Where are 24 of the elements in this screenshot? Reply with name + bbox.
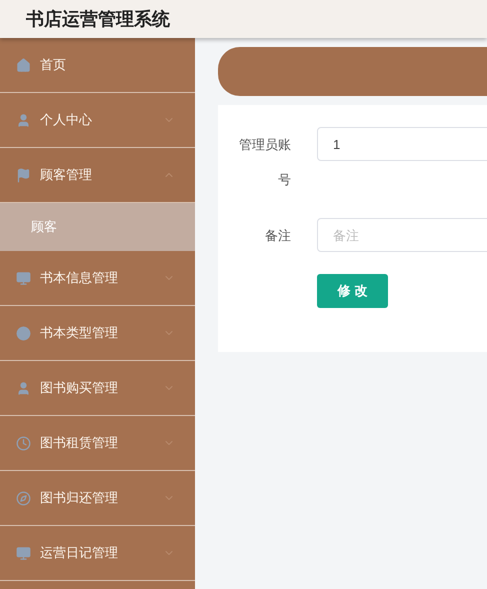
- monitor-icon: [16, 270, 31, 286]
- clock-icon: [16, 436, 31, 450]
- sidebar-label: 书本类型管理: [40, 324, 119, 342]
- submenu-item[interactable]: 顾客: [0, 203, 195, 251]
- compass-icon: [16, 490, 31, 506]
- home-icon: [16, 58, 31, 72]
- field-label: 备注: [264, 227, 291, 245]
- sidebar-label: 首页: [40, 56, 67, 74]
- sidebar-label: 运营日记管理: [40, 544, 119, 562]
- sidebar-label: 图书购买管理: [40, 379, 119, 398]
- flag-icon: [16, 168, 31, 182]
- input-field[interactable]: 1: [317, 127, 487, 161]
- monitor-icon: [16, 546, 31, 560]
- user-icon: [16, 112, 31, 128]
- field-label: 管理员账号: [238, 136, 291, 189]
- user-icon: [16, 380, 31, 396]
- input-field[interactable]: 备注: [317, 218, 487, 252]
- app-title: 书店运营管理系统: [26, 8, 170, 30]
- sidebar-label: 图书归还管理: [40, 489, 119, 508]
- sidebar-label: 个人中心: [40, 111, 93, 130]
- sidebar-label: 书本信息管理: [40, 269, 119, 288]
- sidebar-label: 图书租赁管理: [40, 434, 119, 452]
- submit-button[interactable]: 修 改: [317, 274, 388, 308]
- sidebar-label: 顾客管理: [40, 166, 93, 184]
